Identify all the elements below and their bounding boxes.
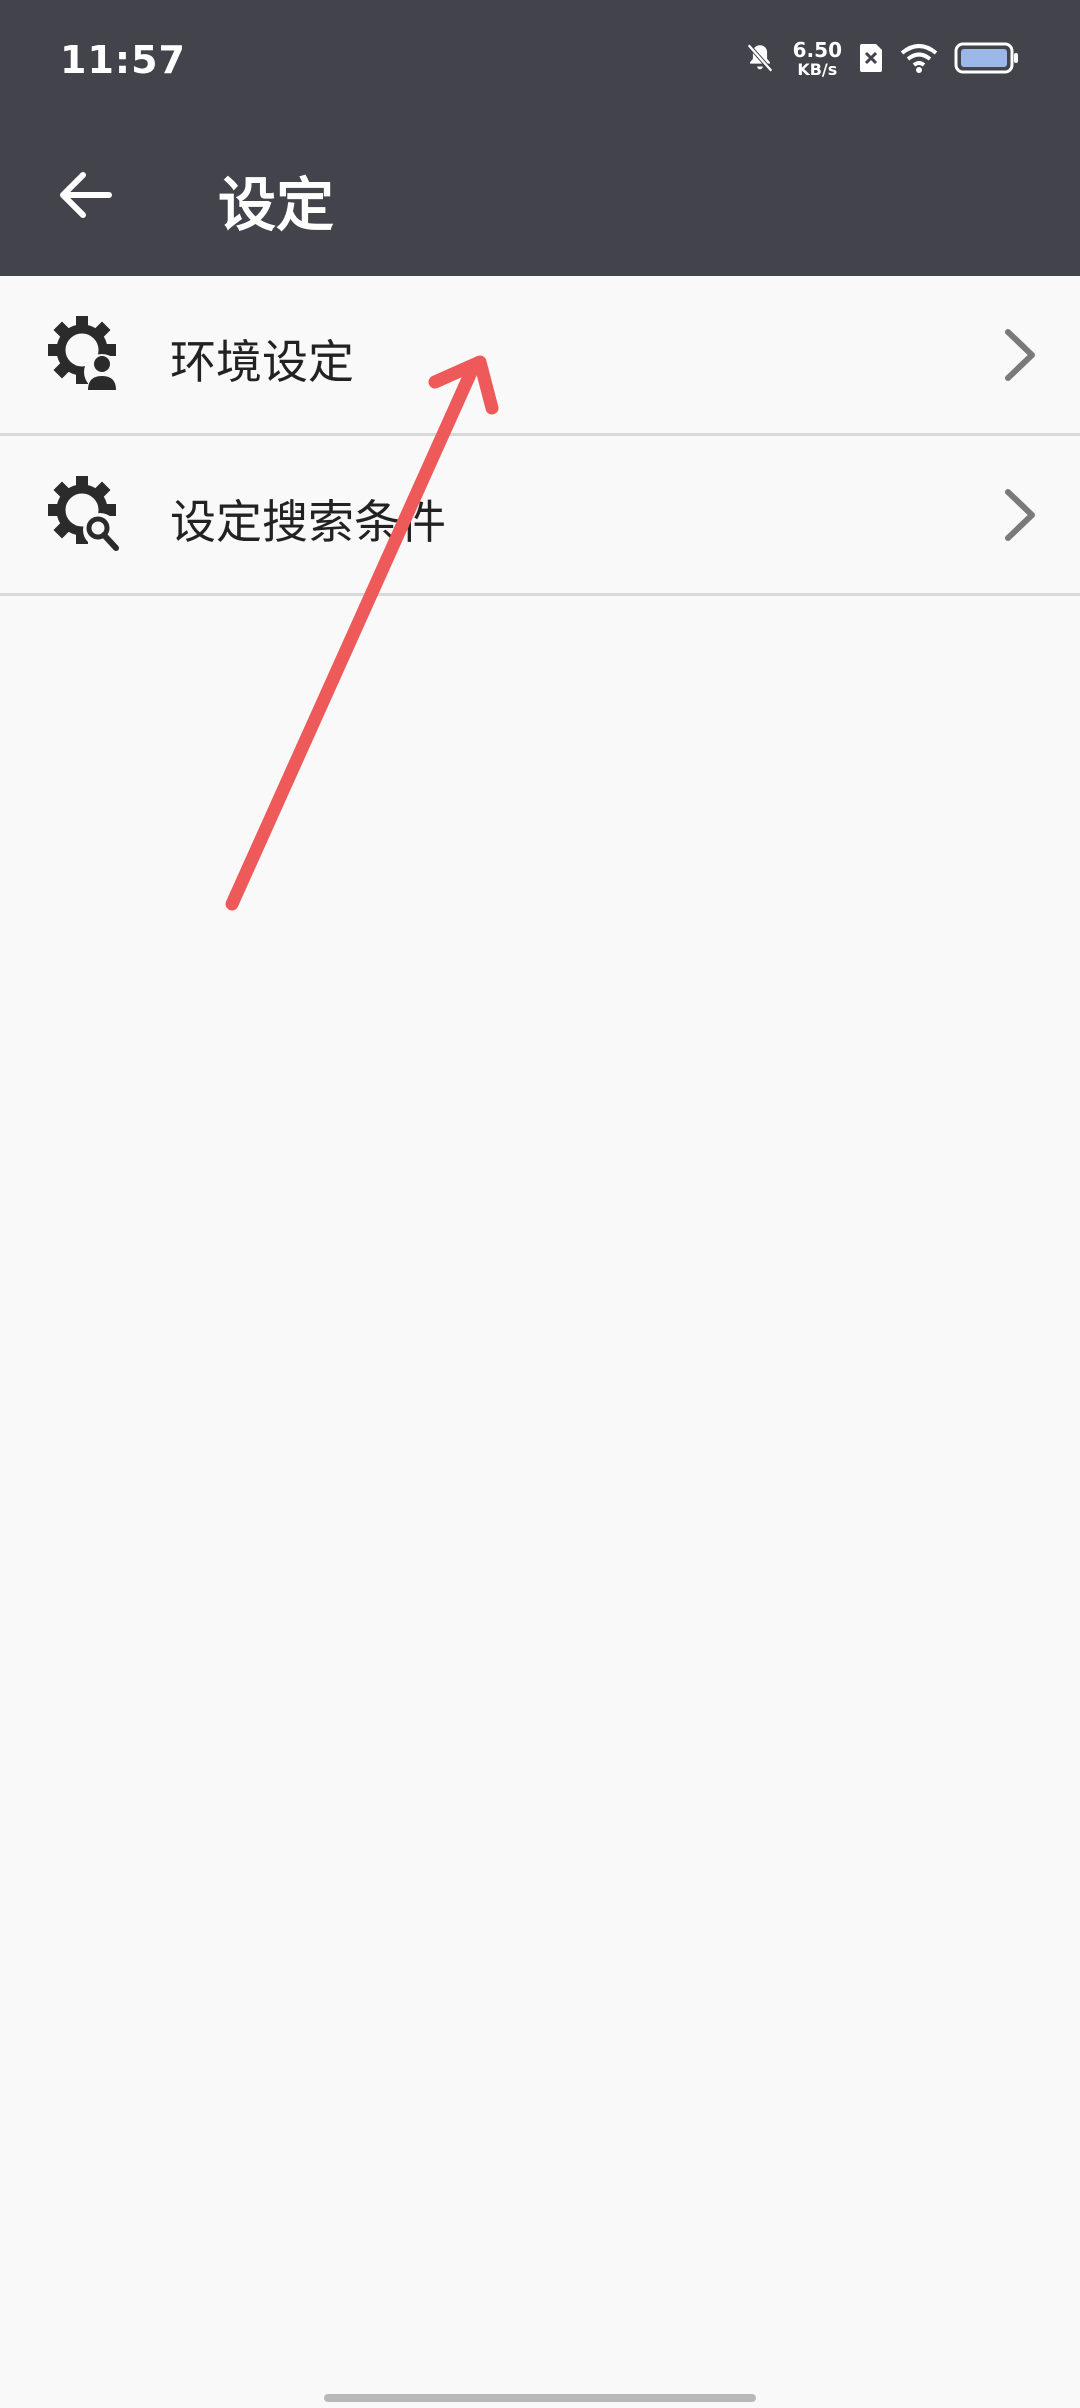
page-title: 设定: [218, 171, 335, 239]
battery-icon: [954, 41, 1020, 79]
gear-user-icon: [46, 314, 122, 394]
bell-off-icon: [743, 41, 777, 79]
settings-list: 环境设定 设定搜索条件: [0, 276, 1080, 596]
menu-item-label: 设定搜索条件: [170, 495, 446, 549]
chevron-right-icon: [1000, 328, 1040, 382]
chevron-right-icon: [1000, 488, 1040, 542]
gear-search-icon: [46, 474, 122, 554]
app-bar: 设定: [0, 120, 1080, 276]
home-indicator[interactable]: [324, 2394, 756, 2402]
arrow-left-icon: [57, 170, 113, 224]
sim-blocked-icon: [858, 42, 884, 78]
status-bar: 11:57 6.50 KB/s: [0, 0, 1080, 120]
menu-item-label: 环境设定: [170, 335, 354, 389]
wifi-icon: [900, 43, 938, 77]
menu-item-search-conditions[interactable]: 设定搜索条件: [0, 436, 1080, 596]
status-time: 11:57: [60, 38, 186, 82]
network-speed: 6.50 KB/s: [792, 38, 842, 79]
menu-item-environment-settings[interactable]: 环境设定: [0, 276, 1080, 436]
status-icons: 6.50 KB/s: [743, 40, 1020, 80]
back-button[interactable]: [50, 162, 120, 232]
